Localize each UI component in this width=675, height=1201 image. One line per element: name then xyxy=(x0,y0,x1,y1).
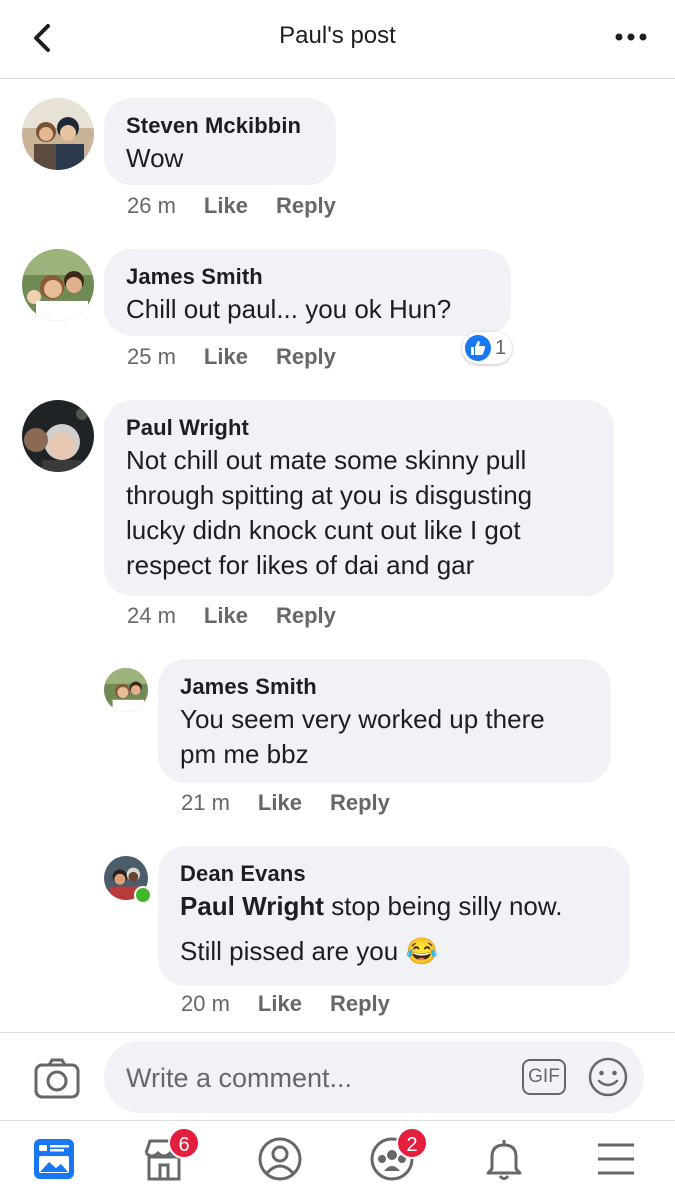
comment-text: Chill out paul... you ok Hun? xyxy=(126,294,452,324)
tab-marketplace[interactable]: 6 xyxy=(138,1127,200,1189)
page-title: Paul's post xyxy=(279,22,396,49)
gif-button[interactable]: GIF xyxy=(522,1059,566,1095)
reply-text-line: Paul Wright stop being silly now. xyxy=(180,889,608,924)
bottom-tab-bar: 6 2 xyxy=(0,1120,675,1201)
avatar[interactable] xyxy=(22,98,94,170)
reply-button[interactable]: Reply xyxy=(276,193,336,219)
reply-button[interactable]: Reply xyxy=(330,790,390,816)
mention-link[interactable]: Paul Wright xyxy=(180,891,324,921)
comment-meta: 25 m Like Reply xyxy=(127,344,336,370)
avatar[interactable] xyxy=(22,249,94,321)
like-reaction xyxy=(465,335,491,361)
comment-bubble: Paul Wright Not chill out mate some skin… xyxy=(104,400,614,596)
comment-text-line: respect for likes of dai and gar xyxy=(126,550,475,580)
camera-icon xyxy=(34,1058,80,1099)
emoji-icon xyxy=(588,1057,628,1097)
online-status-dot xyxy=(134,886,152,904)
like-button[interactable]: Like xyxy=(258,991,302,1017)
notification-badge: 2 xyxy=(396,1127,428,1159)
reply-bubble: James Smith You seem very worked up ther… xyxy=(158,659,611,783)
reply-author[interactable]: Dean Evans xyxy=(180,859,608,889)
tab-groups[interactable]: 2 xyxy=(366,1127,428,1189)
avatar[interactable] xyxy=(22,400,94,472)
comment-bubble: James Smith Chill out paul... you ok Hun… xyxy=(104,249,511,336)
notifications-bell-icon xyxy=(486,1140,522,1180)
comment-meta: 24 m Like Reply xyxy=(127,603,336,629)
more-dots-icon xyxy=(615,33,647,41)
reply-time: 21 m xyxy=(181,790,230,815)
comment-text-line: lucky didn knock cunt out like I got xyxy=(126,515,521,545)
laughing-emoji: 😂 xyxy=(405,936,438,966)
reply-text: Still pissed are you xyxy=(180,936,399,966)
comment-time: 26 m xyxy=(127,193,176,218)
reply-meta: 21 m Like Reply xyxy=(181,790,390,816)
like-button[interactable]: Like xyxy=(204,344,248,370)
comment-text-line: through spitting at you is disgusting xyxy=(126,480,533,510)
comment-meta: 26 m Like Reply xyxy=(127,193,336,219)
reply-text-line: Still pissed are you 😂 xyxy=(180,934,608,969)
like-button[interactable]: Like xyxy=(204,193,248,219)
comment-bubble: Steven Mckibbin Wow xyxy=(104,98,336,185)
reply-text: stop being silly now. xyxy=(323,891,563,921)
menu-icon xyxy=(598,1143,634,1175)
comment-text-line: Not chill out mate some skinny pull xyxy=(126,445,527,475)
avatar[interactable] xyxy=(104,668,148,712)
reply-time: 20 m xyxy=(181,991,230,1016)
profile-icon xyxy=(258,1137,302,1181)
comment-input-placeholder: Write a comment... xyxy=(126,1063,353,1093)
tab-news-feed[interactable] xyxy=(28,1133,88,1189)
post-header: Paul's post xyxy=(0,0,675,79)
like-button[interactable]: Like xyxy=(258,790,302,816)
comment-author[interactable]: Paul Wright xyxy=(126,413,592,443)
reply-bubble: Dean Evans Paul Wright stop being silly … xyxy=(158,846,630,986)
like-button[interactable]: Like xyxy=(204,603,248,629)
tab-notifications[interactable] xyxy=(478,1133,538,1189)
comment-time: 24 m xyxy=(127,603,176,628)
reply-text-line: pm me bbz xyxy=(180,739,309,769)
reply-author[interactable]: James Smith xyxy=(180,672,589,702)
news-feed-icon xyxy=(34,1139,74,1179)
reply-button[interactable]: Reply xyxy=(276,344,336,370)
reply-text-line: You seem very worked up there xyxy=(180,704,545,734)
comment-input[interactable]: Write a comment... GIF xyxy=(104,1041,644,1113)
reply-button[interactable]: Reply xyxy=(276,603,336,629)
reply-button[interactable]: Reply xyxy=(330,991,390,1017)
more-options-button[interactable] xyxy=(611,22,651,52)
reaction-count: 1 xyxy=(495,336,507,359)
comment-author[interactable]: James Smith xyxy=(126,262,489,292)
tab-profile[interactable] xyxy=(254,1133,314,1189)
notification-badge: 6 xyxy=(168,1127,200,1159)
comment-time: 25 m xyxy=(127,344,176,369)
comment-text: Wow xyxy=(126,143,184,173)
camera-button[interactable] xyxy=(32,1055,84,1103)
like-thumb-icon xyxy=(471,341,486,355)
reaction-summary[interactable]: 1 xyxy=(462,332,513,364)
reply-meta: 20 m Like Reply xyxy=(181,991,390,1017)
comment-author[interactable]: Steven Mckibbin xyxy=(126,111,314,141)
tab-menu[interactable] xyxy=(590,1133,650,1189)
emoji-button[interactable] xyxy=(586,1055,630,1099)
comment-composer: Write a comment... GIF xyxy=(0,1032,675,1121)
